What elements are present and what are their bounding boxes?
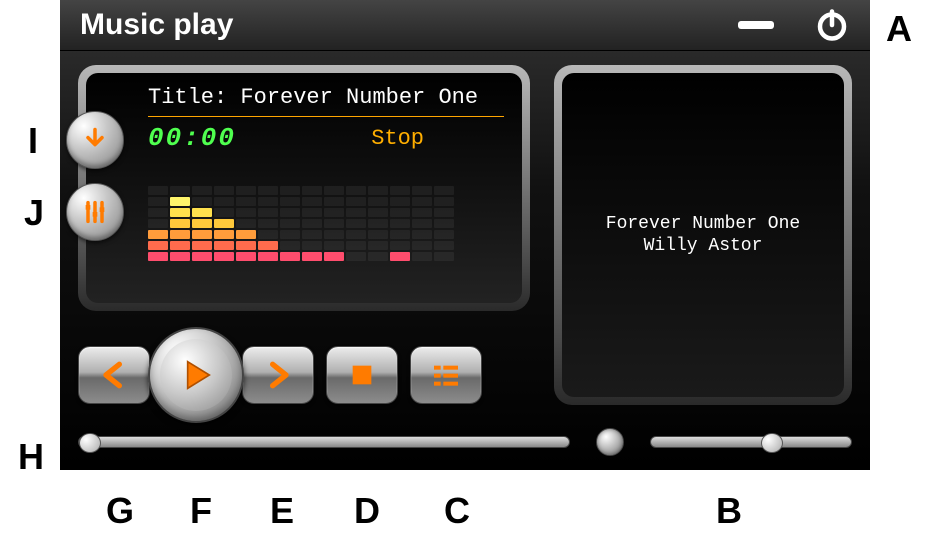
download-arrow-icon <box>81 126 109 154</box>
progress-thumb[interactable] <box>79 433 101 453</box>
now-playing-panel: Title: Forever Number One 00:00 Stop <box>78 65 530 311</box>
equalizer-visualizer <box>148 171 504 261</box>
label-F: F <box>190 490 212 532</box>
stop-icon <box>346 359 378 391</box>
eq-column <box>390 186 410 261</box>
elapsed-time: 00:00 <box>148 123 371 153</box>
label-J: J <box>24 192 44 234</box>
play-icon <box>176 355 216 395</box>
label-G: G <box>106 490 134 532</box>
transport-controls <box>78 327 482 423</box>
power-icon <box>814 7 850 43</box>
title-prefix: Title: <box>148 85 240 110</box>
label-A: A <box>886 8 912 50</box>
slider-row <box>78 427 852 457</box>
progress-slider[interactable] <box>78 436 570 448</box>
next-icon <box>262 359 294 391</box>
label-D: D <box>354 490 380 532</box>
label-H: H <box>18 436 44 478</box>
track-title: Forever Number One <box>240 85 478 110</box>
play-button[interactable] <box>148 327 244 423</box>
playback-status: Stop <box>371 126 424 151</box>
content-area: Title: Forever Number One 00:00 Stop For… <box>60 51 870 471</box>
volume-slider[interactable] <box>650 436 852 448</box>
previous-icon <box>98 359 130 391</box>
music-player-window: Music play <box>60 0 870 470</box>
time-status-row: 00:00 Stop <box>148 123 504 153</box>
app-title: Music play <box>80 8 738 42</box>
eq-column <box>346 186 366 261</box>
next-button[interactable] <box>242 346 314 404</box>
stop-button[interactable] <box>326 346 398 404</box>
track-title-row: Title: Forever Number One <box>148 85 504 116</box>
list-icon <box>430 359 462 391</box>
divider <box>148 116 504 117</box>
label-B: B <box>716 490 742 532</box>
eq-column <box>214 186 234 261</box>
label-I: I <box>28 120 38 162</box>
eq-column <box>434 186 454 261</box>
equalizer-button[interactable] <box>66 183 124 241</box>
playlist-display: Forever Number One Willy Astor <box>562 73 844 397</box>
playlist-track: Forever Number One <box>606 214 800 234</box>
eq-column <box>412 186 432 261</box>
playlist-artist: Willy Astor <box>644 236 763 256</box>
eq-column <box>302 186 322 261</box>
equalizer-sliders-icon <box>81 198 109 226</box>
eq-column <box>324 186 344 261</box>
minimize-button[interactable] <box>738 21 774 29</box>
eq-column <box>258 186 278 261</box>
power-button[interactable] <box>814 7 850 43</box>
download-button[interactable] <box>66 111 124 169</box>
title-bar: Music play <box>60 0 870 51</box>
playlist-button[interactable] <box>410 346 482 404</box>
previous-button[interactable] <box>78 346 150 404</box>
speaker-icon <box>596 428 624 456</box>
now-playing-display: Title: Forever Number One 00:00 Stop <box>86 73 522 303</box>
volume-thumb[interactable] <box>761 433 783 453</box>
eq-column <box>236 186 256 261</box>
eq-column <box>192 186 212 261</box>
eq-column <box>170 186 190 261</box>
eq-column <box>280 186 300 261</box>
playlist-panel: Forever Number One Willy Astor <box>554 65 852 405</box>
eq-column <box>148 186 168 261</box>
label-E: E <box>270 490 294 532</box>
label-C: C <box>444 490 470 532</box>
side-buttons <box>66 111 124 241</box>
eq-column <box>368 186 388 261</box>
